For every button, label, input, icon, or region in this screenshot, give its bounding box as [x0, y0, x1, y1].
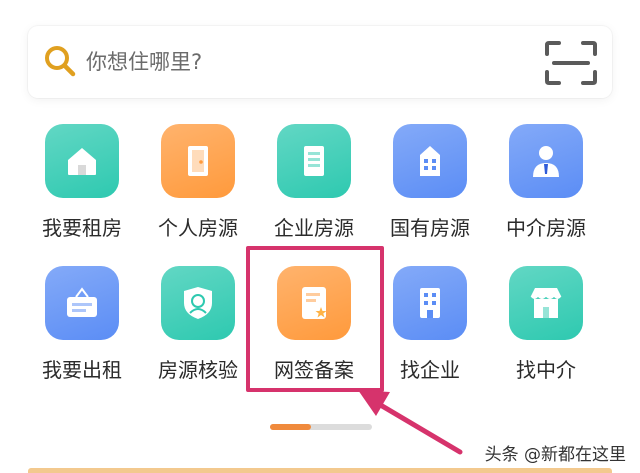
grid-item-7[interactable]: 房源核验: [143, 266, 253, 386]
door-icon: [178, 141, 218, 181]
rent-sign-icon: [62, 283, 102, 323]
grid-item-label: 个人房源: [158, 216, 238, 240]
grid-item-label: 企业房源: [274, 216, 354, 240]
grid-item-label: 我要租房: [42, 216, 122, 240]
grid-item-label: 房源核验: [158, 358, 238, 382]
grid-item-tile: [161, 266, 235, 340]
storefront-icon: [526, 283, 566, 323]
watermark: 头条 @新都在这里: [484, 445, 626, 465]
search-input[interactable]: [86, 46, 526, 78]
face-verify-icon: [178, 283, 218, 323]
grid-item-tile: [45, 124, 119, 198]
grid-item-6[interactable]: 我要出租: [27, 266, 137, 386]
grid-item-label: 找企业: [400, 358, 460, 382]
grid-item-tile: [277, 124, 351, 198]
page-indicator-active: [270, 424, 311, 430]
search-bar[interactable]: [28, 26, 612, 98]
page-indicator: [270, 424, 372, 430]
highlight-box: [246, 246, 384, 392]
grid-item-3[interactable]: 企业房源: [259, 124, 369, 244]
grid-item-tile: [509, 266, 583, 340]
grid-item-label: 国有房源: [390, 216, 470, 240]
grid-item-tile: [509, 124, 583, 198]
grid-item-4[interactable]: 国有房源: [375, 124, 485, 244]
grid-item-tile: [393, 124, 467, 198]
scan-icon[interactable]: [544, 40, 598, 86]
grid-item-tile: [161, 124, 235, 198]
grid-item-label: 找中介: [516, 358, 576, 382]
home-icon: [62, 141, 102, 181]
grid-item-tile: [45, 266, 119, 340]
search-icon: [45, 46, 76, 77]
grid-item-2[interactable]: 个人房源: [143, 124, 253, 244]
building-icon: [294, 141, 334, 181]
office-building-icon: [410, 141, 450, 181]
grid-item-label: 我要出租: [42, 358, 122, 382]
grid-item-10[interactable]: 找中介: [491, 266, 601, 386]
bottom-strip: [28, 468, 612, 473]
grid-item-tile: [393, 266, 467, 340]
grid-item-5[interactable]: 中介房源: [491, 124, 601, 244]
grid-item-1[interactable]: 我要租房: [27, 124, 137, 244]
company-icon: [410, 283, 450, 323]
pointer-arrow: [358, 390, 463, 455]
grid-item-9[interactable]: 找企业: [375, 266, 485, 386]
agent-icon: [526, 141, 566, 181]
grid-item-label: 中介房源: [506, 216, 586, 240]
